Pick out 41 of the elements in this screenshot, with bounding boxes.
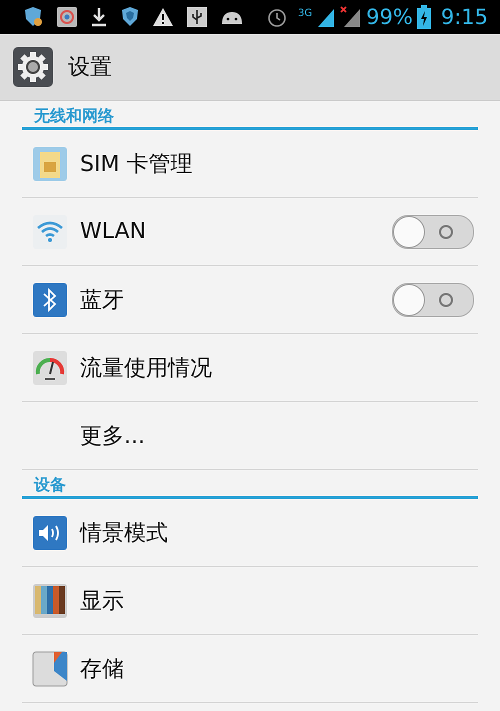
download-icon xyxy=(90,6,108,28)
toggle-switch[interactable] xyxy=(392,282,474,316)
settings-item[interactable]: 显示 xyxy=(22,567,478,635)
settings-item[interactable]: 蓝牙 xyxy=(22,266,478,334)
battery-icon xyxy=(416,5,431,29)
section-header: 无线和网络 xyxy=(22,101,478,130)
settings-icon[interactable] xyxy=(12,46,54,88)
settings-item[interactable]: 存储 xyxy=(22,635,478,703)
item-label: 蓝牙 xyxy=(80,286,125,314)
color-bars-icon xyxy=(32,582,68,618)
no-signal-icon xyxy=(340,6,362,28)
wifi-icon xyxy=(32,214,68,250)
settings-item[interactable]: SIM 卡管理 xyxy=(22,130,478,198)
app-icon xyxy=(56,6,78,28)
item-label: 更多... xyxy=(80,422,146,450)
settings-item[interactable]: 情景模式 xyxy=(22,499,478,567)
gauge-icon xyxy=(32,350,68,386)
bluetooth-icon xyxy=(32,282,68,318)
clock: 9:15 xyxy=(440,5,488,29)
item-label: 情景模式 xyxy=(80,520,169,548)
app-title: 设置 xyxy=(68,54,112,82)
item-label: WLAN xyxy=(80,219,148,244)
item-label: 存储 xyxy=(80,656,125,684)
usb-icon xyxy=(186,6,208,28)
storage-icon xyxy=(32,650,68,686)
toggle-switch[interactable] xyxy=(392,214,474,248)
item-label: 显示 xyxy=(80,588,125,616)
item-label: SIM 卡管理 xyxy=(80,150,194,178)
shield-icon xyxy=(120,6,140,28)
battery-percent: 99% xyxy=(366,5,413,29)
settings-item[interactable]: 更多... xyxy=(22,402,478,470)
network-type: 3G xyxy=(298,8,312,19)
speaker-icon xyxy=(32,514,68,550)
alarm-icon xyxy=(266,6,288,28)
settings-item[interactable]: WLAN xyxy=(22,198,478,266)
section-header: 设备 xyxy=(22,470,478,499)
item-label: 流量使用情况 xyxy=(80,354,213,382)
warning-icon xyxy=(152,6,174,28)
shield-icon xyxy=(22,6,44,28)
settings-item[interactable]: 流量使用情况 xyxy=(22,334,478,402)
sim-card-icon xyxy=(32,146,68,182)
